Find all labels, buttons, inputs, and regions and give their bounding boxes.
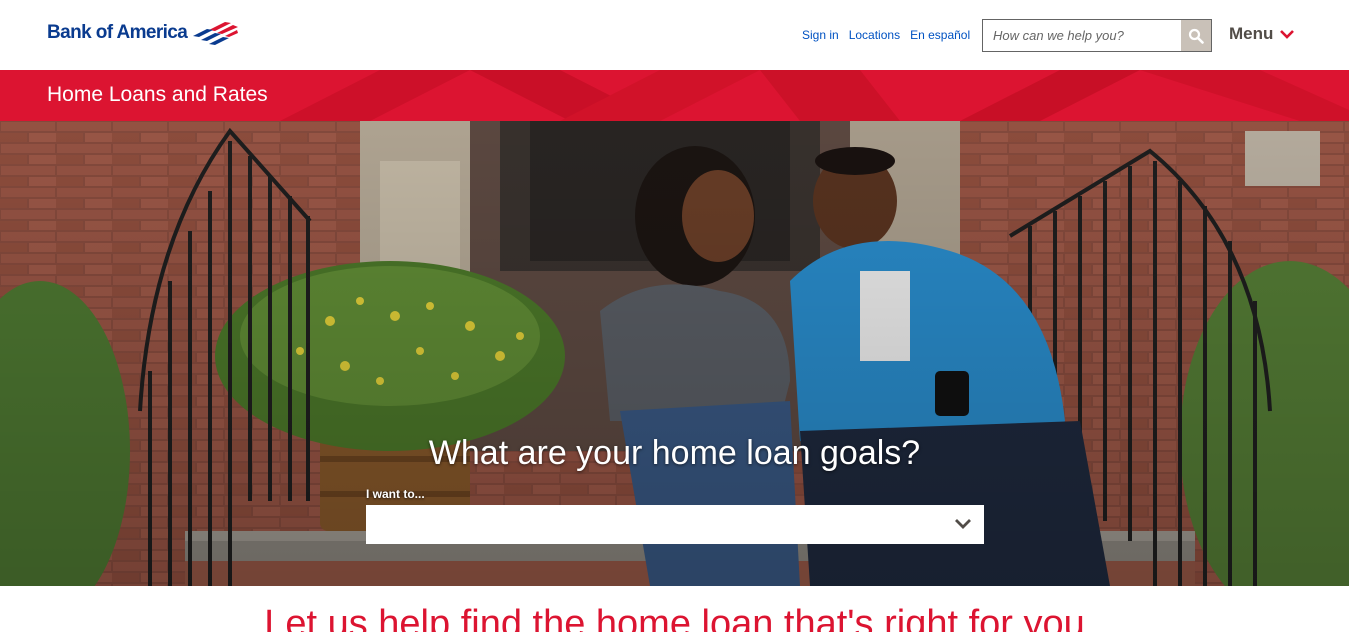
chevron-down-icon	[955, 519, 971, 529]
section-tagline: Let us help find the home loan that's ri…	[264, 603, 1085, 632]
logo-text: Bank of America	[47, 22, 188, 43]
sign-in-link[interactable]: Sign in	[802, 28, 839, 42]
search-icon	[1188, 28, 1204, 44]
search-box	[982, 19, 1212, 52]
section-banner: Home Loans and Rates	[0, 70, 1349, 121]
locations-link[interactable]: Locations	[849, 28, 900, 42]
goal-select-label: I want to...	[366, 487, 425, 501]
site-header: Bank of America Sign in Locations En esp…	[0, 0, 1349, 70]
bank-of-america-logo[interactable]: Bank of America	[47, 20, 239, 46]
flag-logo-icon	[193, 22, 239, 45]
en-espanol-link[interactable]: En español	[910, 28, 970, 42]
hero-section: What are your home loan goals? I want to…	[0, 121, 1349, 586]
utility-nav: Sign in Locations En español	[802, 28, 970, 42]
chevron-down-icon	[1280, 30, 1295, 39]
search-button[interactable]	[1181, 20, 1211, 51]
search-input[interactable]	[983, 20, 1181, 51]
goal-select[interactable]	[366, 505, 984, 544]
menu-button[interactable]: Menu	[1229, 24, 1295, 44]
banner-title: Home Loans and Rates	[47, 83, 268, 106]
hero-heading: What are your home loan goals?	[428, 434, 921, 472]
menu-label: Menu	[1229, 24, 1274, 43]
